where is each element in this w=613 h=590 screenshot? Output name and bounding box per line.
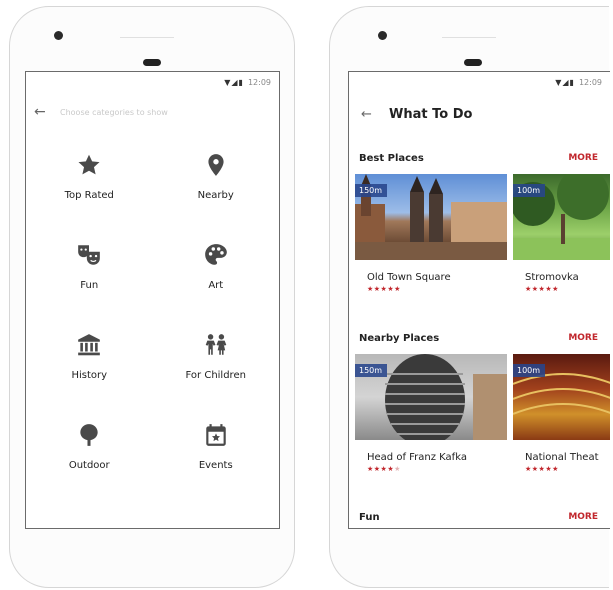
section-header: Nearby Places MORE xyxy=(349,330,610,346)
place-name: Stromovka xyxy=(525,272,579,283)
rating-stars-filled: ★★★★★ xyxy=(367,285,401,293)
map-pin-icon xyxy=(201,150,231,180)
section-title: Best Places xyxy=(359,152,424,164)
section-header: Best Places MORE xyxy=(349,150,610,166)
place-name: Old Town Square xyxy=(367,272,451,283)
categories-screen: ▼◢▮ 12:09 ← Top Rated Nearby xyxy=(25,71,280,529)
category-art[interactable]: Art xyxy=(153,240,280,330)
theater-masks-icon xyxy=(74,240,104,270)
category-label: Events xyxy=(198,460,233,471)
rating-stars: ★★★★★ xyxy=(367,465,507,473)
card-carousel: 150m Old Town Square ★★★★★ 100m Stromovk… xyxy=(349,174,610,304)
place-card[interactable]: 150m Head of Franz Kafka ★★★★★ xyxy=(355,354,507,484)
place-name: National Theat xyxy=(525,452,599,463)
museum-icon xyxy=(74,330,104,360)
rating-stars-filled: ★★★★★ xyxy=(525,285,559,293)
front-camera xyxy=(378,31,387,40)
app-header: ← What To Do xyxy=(361,100,472,128)
rating-stars-empty: ★ xyxy=(394,465,401,473)
page-title: What To Do xyxy=(389,106,473,122)
section-title: Nearby Places xyxy=(359,332,440,344)
more-button[interactable]: MORE xyxy=(568,153,598,163)
place-name: Head of Franz Kafka xyxy=(367,452,467,463)
rating-stars: ★★★★★ xyxy=(367,285,507,293)
what-to-do-screen: ▼◢▮ 12:09 ← What To Do Best Places MORE xyxy=(348,71,610,529)
category-label: Top Rated xyxy=(64,190,114,201)
place-photo: 150m xyxy=(355,174,507,260)
category-nearby[interactable]: Nearby xyxy=(153,150,280,240)
category-grid: Top Rated Nearby Fun Art History For Chi… xyxy=(26,150,279,510)
more-button[interactable]: MORE xyxy=(568,512,598,522)
signal-battery-icons: ▼◢▮ xyxy=(555,78,575,87)
earpiece-speaker xyxy=(464,59,482,66)
children-icon xyxy=(201,330,231,360)
place-card[interactable]: 150m Old Town Square ★★★★★ xyxy=(355,174,507,304)
place-photo: 150m xyxy=(355,354,507,440)
category-top-rated[interactable]: Top Rated xyxy=(26,150,153,240)
section-fun: Fun MORE xyxy=(349,509,610,525)
category-outdoor[interactable]: Outdoor xyxy=(26,420,153,510)
phone-frame-what-to-do: ▼◢▮ 12:09 ← What To Do Best Places MORE xyxy=(329,6,610,588)
place-photo: 100m xyxy=(513,354,610,440)
distance-badge: 150m xyxy=(355,364,388,377)
category-label: Outdoor xyxy=(68,460,110,471)
category-history[interactable]: History xyxy=(26,330,153,420)
section-best-places: Best Places MORE 150m Old Town Square ★★… xyxy=(349,150,610,304)
status-time: 12:09 xyxy=(247,78,271,87)
category-label: Nearby xyxy=(197,190,234,201)
earpiece-speaker xyxy=(143,59,161,66)
status-time: 12:09 xyxy=(578,78,602,87)
category-label: Fun xyxy=(80,280,99,291)
category-label: For Children xyxy=(185,370,246,381)
phone-frame-categories: ▼◢▮ 12:09 ← Top Rated Nearby xyxy=(9,6,295,588)
front-camera xyxy=(54,31,63,40)
category-label: Art xyxy=(208,280,224,291)
card-carousel: 150m Head of Franz Kafka ★★★★★ 100m Nati… xyxy=(349,354,610,484)
distance-badge: 100m xyxy=(513,184,546,197)
category-events[interactable]: Events xyxy=(153,420,280,510)
sensor-strip xyxy=(442,37,496,38)
section-header: Fun MORE xyxy=(349,509,610,525)
rating-stars-filled: ★★★★★ xyxy=(525,465,559,473)
search-header: ← xyxy=(34,100,271,124)
category-for-children[interactable]: For Children xyxy=(153,330,280,420)
category-fun[interactable]: Fun xyxy=(26,240,153,330)
status-bar: ▼◢▮ 12:09 xyxy=(555,78,602,87)
distance-badge: 150m xyxy=(355,184,388,197)
place-card[interactable]: 100m National Theat ★★★★★ xyxy=(513,354,610,484)
place-photo: 100m xyxy=(513,174,610,260)
category-label: History xyxy=(71,370,108,381)
section-title: Fun xyxy=(359,511,380,523)
star-icon xyxy=(74,150,104,180)
category-search-input[interactable] xyxy=(60,107,240,117)
calendar-star-icon xyxy=(201,420,231,450)
rating-stars: ★★★★★ xyxy=(525,465,610,473)
more-button[interactable]: MORE xyxy=(568,333,598,343)
sensor-strip xyxy=(120,37,174,38)
tree-icon xyxy=(74,420,104,450)
rating-stars: ★★★★★ xyxy=(525,285,610,293)
place-card[interactable]: 100m Stromovka ★★★★★ xyxy=(513,174,610,304)
section-nearby-places: Nearby Places MORE 150m Head of Franz Ka… xyxy=(349,330,610,484)
arrow-left-icon[interactable]: ← xyxy=(361,107,379,122)
distance-badge: 100m xyxy=(513,364,546,377)
arrow-left-icon[interactable]: ← xyxy=(34,104,52,120)
palette-icon xyxy=(201,240,231,270)
status-bar: ▼◢▮ 12:09 xyxy=(224,78,271,87)
rating-stars-filled: ★★★★ xyxy=(367,465,395,473)
signal-battery-icons: ▼◢▮ xyxy=(224,78,244,87)
